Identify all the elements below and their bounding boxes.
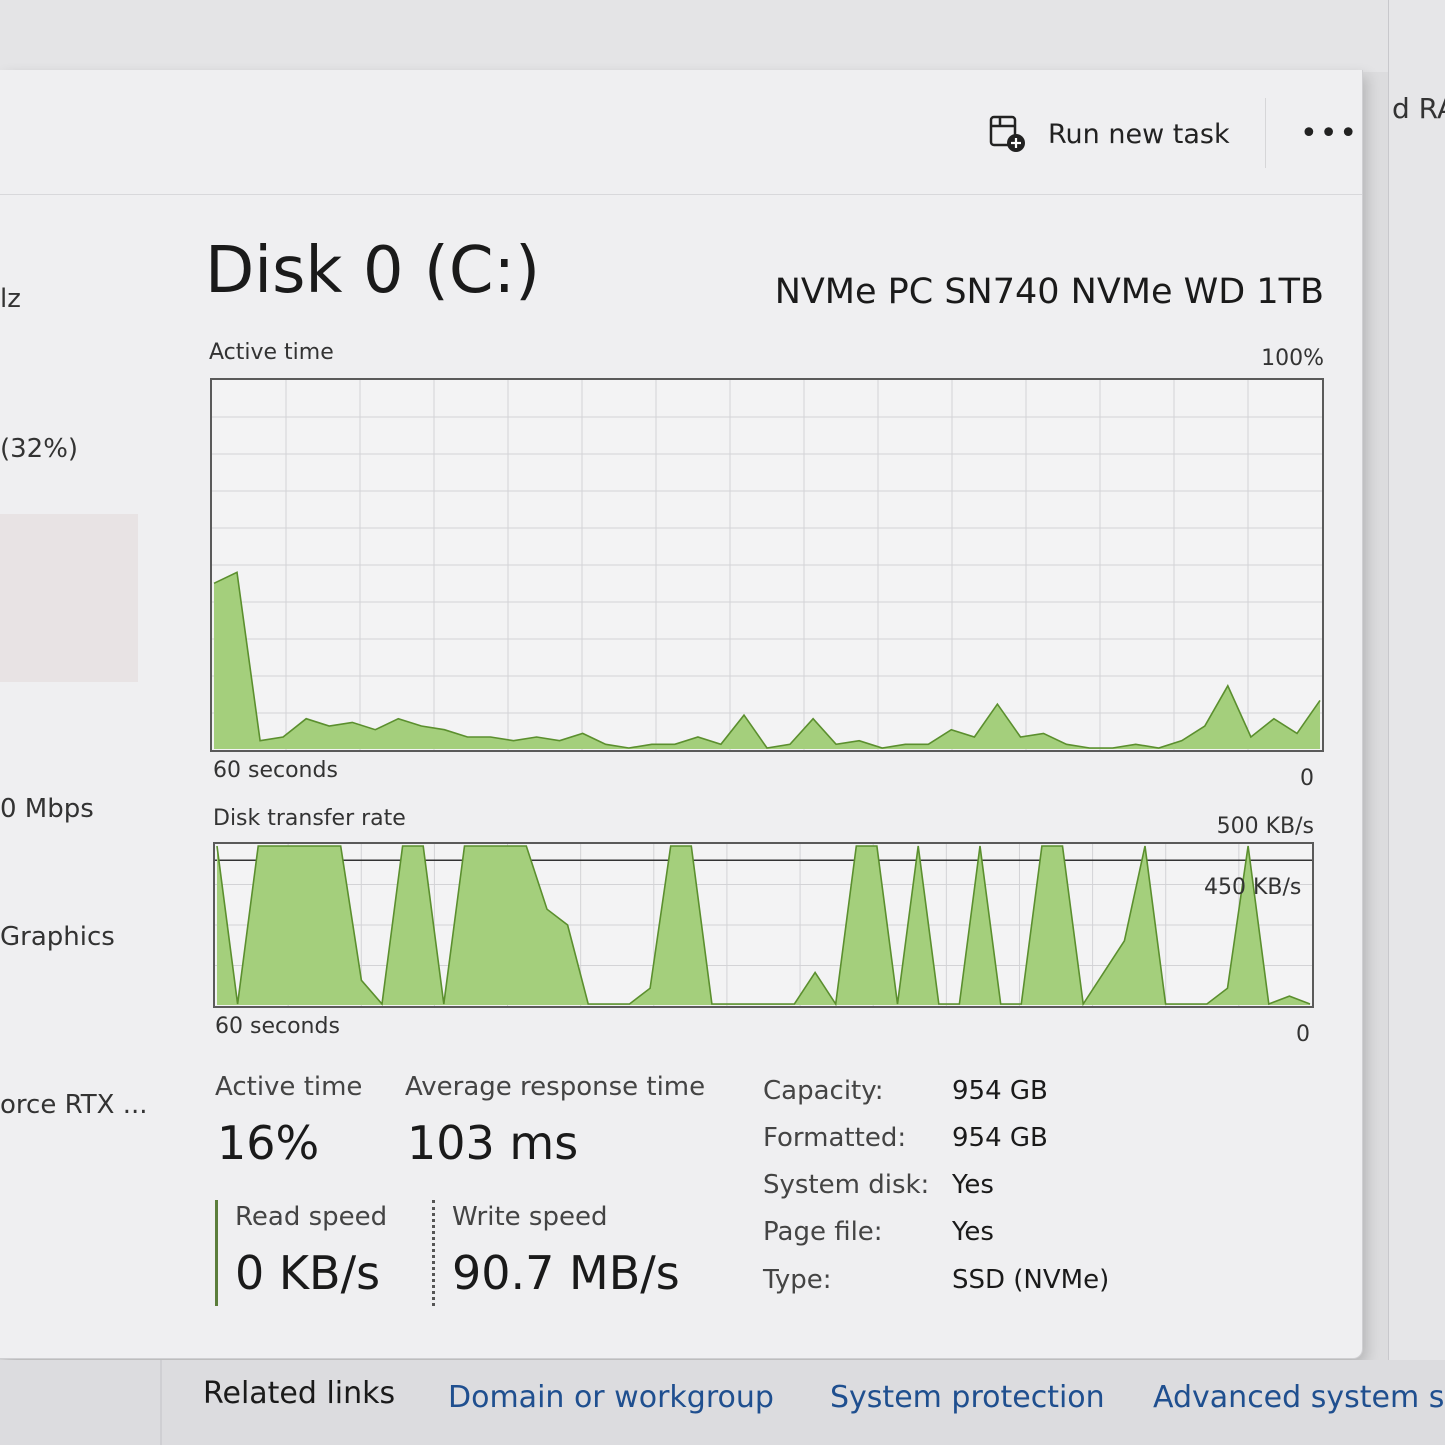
capacity-value: 954 GB <box>952 1076 1048 1106</box>
system-disk-label: System disk: <box>763 1170 930 1200</box>
background-partial-text: d RA <box>1392 92 1445 125</box>
active-time-stat-value: 16% <box>217 1116 320 1170</box>
active-time-chart-max: 100% <box>1261 346 1324 371</box>
active-time-area <box>214 572 1320 749</box>
write-speed-indicator <box>432 1200 435 1306</box>
page-file-label: Page file: <box>763 1217 883 1247</box>
toolbar-separator <box>1265 98 1266 168</box>
transfer-rate-chart-max: 500 KB/s <box>1216 814 1314 839</box>
write-speed-value: 90.7 MB/s <box>452 1246 680 1300</box>
transfer-rate-chart <box>213 842 1314 1008</box>
toolbar: Run new task ••• <box>0 70 1362 195</box>
more-options-button[interactable]: ••• <box>1300 116 1359 151</box>
transfer-rate-chart-duration: 60 seconds <box>215 1014 340 1039</box>
performance-sidebar: lz (32%) ) 0 Mbps Graphics orce RTX ... <box>0 194 175 1354</box>
sidebar-item-gpu-integrated[interactable]: Graphics <box>0 922 115 952</box>
write-speed-label: Write speed <box>452 1202 608 1232</box>
active-time-chart <box>210 378 1324 752</box>
formatted-label: Formatted: <box>763 1123 907 1153</box>
transfer-rate-chart-min: 0 <box>1296 1022 1310 1047</box>
background-settings-panel <box>1388 0 1445 1360</box>
sidebar-item-gpu-rtx[interactable]: orce RTX ... <box>0 1090 148 1120</box>
active-time-chart-min: 0 <box>1300 766 1314 791</box>
transfer-rate-chart-title: Disk transfer rate <box>213 806 406 831</box>
disk-type-value: SSD (NVMe) <box>952 1265 1110 1295</box>
run-new-task-button[interactable]: Run new task <box>988 114 1230 154</box>
active-time-line <box>213 571 1321 749</box>
related-links-title: Related links <box>203 1376 396 1411</box>
disk-type-label: Type: <box>763 1265 832 1295</box>
domain-workgroup-link[interactable]: Domain or workgroup <box>448 1380 774 1415</box>
active-time-stat-label: Active time <box>215 1072 363 1102</box>
sidebar-item-network[interactable]: 0 Mbps <box>0 794 94 824</box>
transfer-rate-ref-line-label: 450 KB/s <box>1204 875 1302 900</box>
system-disk-value: Yes <box>952 1170 994 1200</box>
sidebar-item-cpu-speed[interactable]: lz <box>0 284 21 314</box>
read-speed-label: Read speed <box>235 1202 388 1232</box>
page-file-value: Yes <box>952 1217 994 1247</box>
sidebar-partial-glyph: ) <box>0 540 2 575</box>
capacity-label: Capacity: <box>763 1076 884 1106</box>
sidebar-item-disk-selected[interactable] <box>0 514 138 682</box>
system-protection-link[interactable]: System protection <box>830 1380 1105 1415</box>
transfer-rate-chart-svg <box>215 844 1312 1006</box>
related-links-separator <box>160 1360 162 1445</box>
background-window-titlebar <box>0 0 1445 72</box>
active-time-chart-duration: 60 seconds <box>213 758 338 783</box>
active-time-chart-svg <box>212 380 1322 750</box>
page-title: Disk 0 (C:) <box>205 234 541 308</box>
advanced-system-settings-link[interactable]: Advanced system se <box>1153 1380 1445 1415</box>
read-speed-indicator <box>215 1200 218 1306</box>
run-new-task-label: Run new task <box>1048 118 1230 150</box>
avg-response-stat-value: 103 ms <box>407 1116 579 1170</box>
disk-model-name: NVMe PC SN740 NVMe WD 1TB <box>774 272 1324 312</box>
run-task-icon <box>989 115 1025 152</box>
active-time-chart-title: Active time <box>209 340 334 365</box>
formatted-value: 954 GB <box>952 1123 1048 1153</box>
sidebar-item-memory-usage[interactable]: (32%) <box>0 434 78 464</box>
avg-response-stat-label: Average response time <box>405 1072 706 1102</box>
read-speed-value: 0 KB/s <box>235 1246 381 1300</box>
task-manager-window: Run new task ••• lz (32%) ) 0 Mbps Graph… <box>0 70 1363 1359</box>
